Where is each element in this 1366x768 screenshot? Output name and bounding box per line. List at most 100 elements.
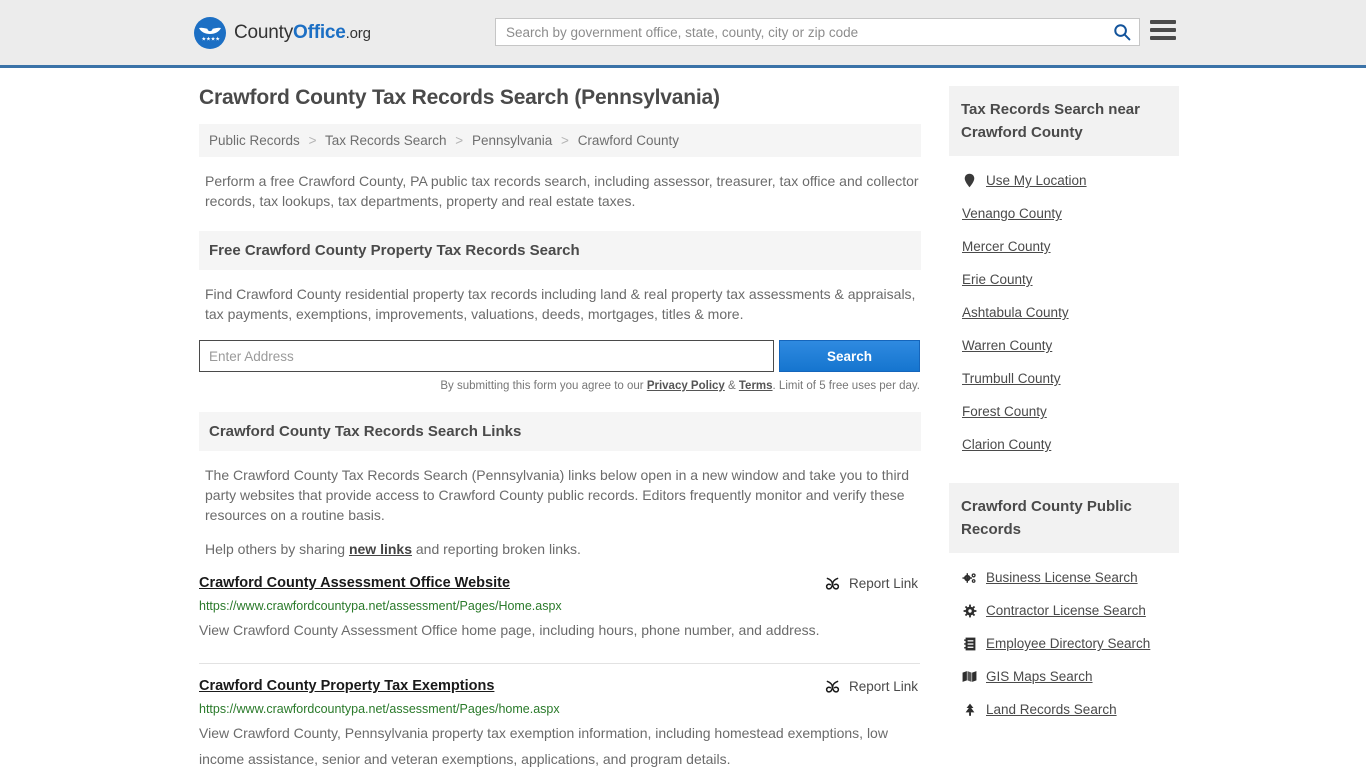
report-link-label: Report Link xyxy=(848,576,918,591)
site-header: ★ ★ ★ ★ CountyOffice.org xyxy=(0,0,1366,68)
result-item: Crawford County Assessment Office Websit… xyxy=(199,575,920,647)
report-link-button[interactable]: Report Link xyxy=(824,678,920,695)
search-icon[interactable] xyxy=(1105,19,1139,45)
terms-link[interactable]: Terms xyxy=(739,380,773,392)
site-logo[interactable]: ★ ★ ★ ★ CountyOffice.org xyxy=(193,16,371,50)
sidebar-item-clarion-county[interactable]: Clarion County xyxy=(949,428,1179,461)
intro-paragraph: Perform a free Crawford County, PA publi… xyxy=(205,173,919,209)
help-pre: Help others by sharing xyxy=(205,541,349,557)
property-search-description: Find Crawford County residential propert… xyxy=(205,286,916,322)
result-url: https://www.crawfordcountypa.net/assessm… xyxy=(199,599,562,613)
links-section-paragraph: The Crawford County Tax Records Search (… xyxy=(205,467,909,523)
property-search-heading: Free Crawford County Property Tax Record… xyxy=(199,231,921,270)
global-search-bar xyxy=(495,18,1140,46)
breadcrumb-separator: > xyxy=(308,133,317,148)
svg-text:★: ★ xyxy=(215,36,220,42)
report-link-label: Report Link xyxy=(848,679,918,694)
sidebar-link-label[interactable]: GIS Maps Search xyxy=(986,669,1093,684)
report-link-button[interactable]: Report Link xyxy=(824,575,920,592)
sidebar-item-use-my-location[interactable]: Use My Location xyxy=(949,164,1179,197)
page-body: Crawford County Tax Records Search (Penn… xyxy=(0,68,1366,768)
result-title-link[interactable]: Crawford County Property Tax Exemptions xyxy=(199,678,494,694)
hamburger-bar xyxy=(1150,28,1176,32)
sidebar-item-contractor-license-search[interactable]: Contractor License Search xyxy=(949,594,1179,627)
address-input[interactable] xyxy=(199,340,774,372)
gears-icon xyxy=(962,571,977,585)
privacy-policy-link[interactable]: Privacy Policy xyxy=(647,380,725,392)
sidebar-link-label[interactable]: Trumbull County xyxy=(962,371,1061,386)
form-fineprint: By submitting this form you agree to our… xyxy=(199,380,920,392)
directory-icon xyxy=(962,637,977,651)
broken-link-icon xyxy=(825,680,840,693)
result-item: Crawford County Property Tax Exemptions … xyxy=(199,663,920,768)
help-share-line: Help others by sharing new links and rep… xyxy=(205,539,921,559)
breadcrumb-separator: > xyxy=(561,133,569,148)
page-title: Crawford County Tax Records Search (Penn… xyxy=(199,86,720,109)
sidebar-link-label[interactable]: Employee Directory Search xyxy=(986,636,1150,651)
result-header: Crawford County Assessment Office Websit… xyxy=(199,575,920,592)
hamburger-bar xyxy=(1150,36,1176,40)
sidebar-link-label[interactable]: Land Records Search xyxy=(986,702,1117,717)
eagle-badge-icon: ★ ★ ★ ★ xyxy=(194,16,226,49)
result-description: View Crawford County Assessment Office h… xyxy=(199,622,820,638)
breadcrumb-separator: > xyxy=(455,133,464,148)
result-url: https://www.crawfordcountypa.net/assessm… xyxy=(199,702,560,716)
breadcrumb: Public Records > Tax Records Search > Pe… xyxy=(199,124,921,157)
breadcrumb-item-crawford-county[interactable]: Crawford County xyxy=(578,133,679,148)
sidebar-link-label[interactable]: Mercer County xyxy=(962,239,1051,254)
sidebar-item-trumbull-county[interactable]: Trumbull County xyxy=(949,362,1179,395)
sidebar-item-land-records-search[interactable]: Land Records Search xyxy=(949,693,1179,726)
sidebar-public-records-heading: Crawford County Public Records xyxy=(949,483,1179,553)
sidebar-item-erie-county[interactable]: Erie County xyxy=(949,263,1179,296)
search-glyph xyxy=(1114,24,1131,41)
logo-text-part1: County xyxy=(234,21,294,43)
map-icon xyxy=(962,670,977,683)
hamburger-menu-icon[interactable] xyxy=(1150,20,1176,40)
sidebar-link-label[interactable]: Ashtabula County xyxy=(962,305,1069,320)
sidebar: Tax Records Search near Crawford County … xyxy=(949,86,1179,768)
new-links-link[interactable]: new links xyxy=(349,541,412,557)
gear-icon xyxy=(962,604,977,618)
logo-text: CountyOffice.org xyxy=(234,22,371,44)
result-title-link[interactable]: Crawford County Assessment Office Websit… xyxy=(199,575,510,591)
map-pin-icon xyxy=(962,173,977,188)
sidebar-link-label[interactable]: Forest County xyxy=(962,404,1047,419)
sidebar-item-warren-county[interactable]: Warren County xyxy=(949,329,1179,362)
sidebar-item-mercer-county[interactable]: Mercer County xyxy=(949,230,1179,263)
main-column: Crawford County Tax Records Search (Penn… xyxy=(199,86,921,768)
sidebar-link-label[interactable]: Warren County xyxy=(962,338,1052,353)
sidebar-link-label[interactable]: Use My Location xyxy=(986,173,1087,188)
sidebar-item-employee-directory-search[interactable]: Employee Directory Search xyxy=(949,627,1179,660)
breadcrumb-item-public-records[interactable]: Public Records xyxy=(209,133,300,148)
help-post: and reporting broken links. xyxy=(412,541,581,557)
fineprint-amp: & xyxy=(724,380,739,392)
logo-text-part3: .org xyxy=(345,24,371,42)
sidebar-public-records-block: Crawford County Public Records Business … xyxy=(949,483,1179,726)
sidebar-link-label[interactable]: Business License Search xyxy=(986,570,1138,585)
sidebar-item-gis-maps-search[interactable]: GIS Maps Search xyxy=(949,660,1179,693)
sidebar-nearby-list: Use My Location Venango County Mercer Co… xyxy=(949,164,1179,461)
search-input[interactable] xyxy=(496,19,1105,45)
sidebar-item-venango-county[interactable]: Venango County xyxy=(949,197,1179,230)
sidebar-link-label[interactable]: Clarion County xyxy=(962,437,1051,452)
sidebar-link-label[interactable]: Venango County xyxy=(962,206,1062,221)
fineprint-post: . Limit of 5 free uses per day. xyxy=(772,380,920,392)
sidebar-item-forest-county[interactable]: Forest County xyxy=(949,395,1179,428)
hamburger-bar xyxy=(1150,20,1176,24)
sidebar-link-label[interactable]: Contractor License Search xyxy=(986,603,1146,618)
fineprint-pre: By submitting this form you agree to our xyxy=(440,380,647,392)
sidebar-nearby-heading: Tax Records Search near Crawford County xyxy=(949,86,1179,156)
sidebar-item-ashtabula-county[interactable]: Ashtabula County xyxy=(949,296,1179,329)
result-header: Crawford County Property Tax Exemptions … xyxy=(199,678,920,695)
address-search-button[interactable]: Search xyxy=(779,340,920,372)
address-search-form: Search xyxy=(199,340,920,372)
sidebar-item-business-license-search[interactable]: Business License Search xyxy=(949,561,1179,594)
sidebar-public-records-list: Business License Search Contractor Licen… xyxy=(949,561,1179,726)
logo-text-part2: Office xyxy=(293,21,346,43)
broken-link-icon xyxy=(825,577,840,590)
sidebar-link-label[interactable]: Erie County xyxy=(962,272,1033,287)
result-description: View Crawford County, Pennsylvania prope… xyxy=(199,725,888,767)
links-section-heading: Crawford County Tax Records Search Links xyxy=(199,412,921,451)
breadcrumb-item-pennsylvania[interactable]: Pennsylvania xyxy=(472,133,552,148)
breadcrumb-item-tax-records-search[interactable]: Tax Records Search xyxy=(325,133,447,148)
